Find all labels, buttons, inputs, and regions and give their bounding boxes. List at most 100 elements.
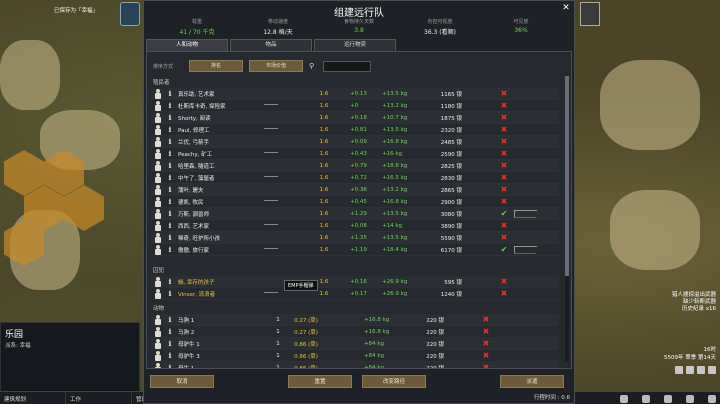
list-item[interactable]: i 嫣, 幸存的孩子 1.6 +0.16 +26.9 kg 595 银 ✖ — [151, 276, 559, 288]
cross-icon[interactable]: ✖ — [500, 137, 508, 146]
info-icon[interactable]: i — [166, 315, 174, 324]
list-item[interactable]: i Shorty, 阅读 1.6 +0.18 +10.7 kg 1875 银 ✖ — [151, 112, 559, 124]
cancel-button[interactable]: 取消 — [150, 375, 214, 388]
info-icon[interactable]: i — [166, 363, 174, 368]
list-item[interactable]: i 西西, 艺术家 1.6 +0.08 +14 kg 3890 银 ✖ — [151, 220, 559, 232]
info-icon[interactable]: i — [166, 339, 174, 348]
info-icon[interactable]: i — [166, 209, 174, 218]
cross-icon[interactable]: ✖ — [500, 185, 508, 194]
cross-icon[interactable]: ✖ — [500, 113, 508, 122]
info-icon[interactable]: i — [166, 197, 174, 206]
colonist-portrait-right[interactable] — [580, 2, 600, 26]
scrollbar-thumb[interactable] — [565, 76, 569, 276]
list-item[interactable]: i Peachy, 矿工 1.6 +0.43 +16 kg 2590 银 ✖ — [151, 148, 559, 160]
cross-icon[interactable]: ✖ — [500, 277, 508, 286]
tab-work[interactable]: 工作 — [66, 392, 132, 404]
alert-item[interactable]: 缺少斩断武器 — [672, 299, 716, 306]
info-icon[interactable]: i — [166, 161, 174, 170]
info-icon[interactable]: i — [166, 101, 174, 110]
list-item[interactable]: i 蒲叶, 屠夫 1.6 +0.36 +13.2 kg 2865 银 ✖ — [151, 184, 559, 196]
cross-icon[interactable]: ✖ — [500, 101, 508, 110]
faster-icon[interactable] — [708, 366, 716, 374]
info-icon[interactable]: i — [166, 277, 174, 286]
colonist-portrait[interactable] — [120, 2, 140, 26]
info-icon[interactable]: i — [166, 289, 174, 298]
tab-supplies[interactable]: 远行物资 — [314, 39, 396, 51]
cross-icon[interactable]: ✖ — [482, 339, 490, 348]
sort-button-2[interactable]: 市场价值 — [249, 60, 303, 72]
list-item[interactable]: i 兰优, 弓箭手 1.6 +0.09 +16.8 kg 2485 银 ✖ — [151, 136, 559, 148]
transfer-arrow[interactable] — [514, 209, 541, 218]
list-item[interactable]: i 母牛 1 1 0.86 (草) +84 kg 220 银 ✖ — [151, 362, 559, 368]
speed-controls[interactable] — [675, 366, 716, 374]
list-item[interactable]: i 中午了, 藻屋者 1.6 +0.72 +16.5 kg 2830 银 ✖ — [151, 172, 559, 184]
search-input[interactable] — [323, 60, 371, 72]
grid-icon[interactable] — [686, 395, 694, 403]
cross-icon[interactable]: ✖ — [500, 173, 508, 182]
list-item[interactable]: i 马驹 2 1 0.27 (草) +16.8 kg 220 银 ✖ — [151, 326, 559, 338]
pause-icon[interactable] — [675, 366, 683, 374]
globe-icon[interactable] — [642, 395, 650, 403]
change-route-button[interactable]: 改变路径 — [362, 375, 426, 388]
cross-icon[interactable]: ✖ — [500, 233, 508, 242]
stat-label: 负担可视度 — [427, 19, 453, 25]
cross-icon[interactable]: ✖ — [482, 351, 490, 360]
list-item[interactable]: i 真乐助, 艺术家 1.6 +0.13 +13.5 kg 1165 银 ✖ — [151, 88, 559, 100]
info-icon[interactable]: i — [166, 327, 174, 336]
list-item[interactable]: i 傲傲, 旅行家 1.6 +1.19 +18.4 kg 6170 银 ✔ — [151, 244, 559, 256]
list-item[interactable]: i 稀奇, 旺护所小孩 1.6 +1.35 +13.5 kg 5590 银 ✖ — [151, 232, 559, 244]
info-icon[interactable]: i — [166, 149, 174, 158]
info-icon[interactable]: i — [166, 351, 174, 360]
book-icon[interactable] — [708, 395, 716, 403]
tab-pawns[interactable]: 人和动物 — [146, 39, 228, 51]
send-button[interactable]: 派遣 — [500, 375, 564, 388]
cross-icon[interactable]: ✖ — [482, 315, 490, 324]
cross-icon[interactable]: ✖ — [500, 125, 508, 134]
lightbulb-icon[interactable] — [664, 395, 672, 403]
info-icon[interactable]: i — [166, 245, 174, 254]
stat-col-1: 1.6 — [319, 126, 329, 133]
checkmark-icon[interactable]: ✔ — [500, 209, 508, 218]
cross-icon[interactable]: ✖ — [482, 327, 490, 336]
cross-icon[interactable]: ✖ — [482, 363, 490, 368]
list-item[interactable]: i Paul, 修理工 1.6 +0.81 +13.5 kg 2320 银 ✖ — [151, 124, 559, 136]
transfer-arrow[interactable] — [514, 245, 541, 254]
play-icon[interactable] — [686, 366, 694, 374]
info-icon[interactable]: i — [166, 137, 174, 146]
stat-col-3: +10.7 kg — [382, 114, 408, 121]
list-item[interactable]: i 马驹 1 1 0.27 (草) +16.8 kg 220 银 ✖ — [151, 314, 559, 326]
close-icon[interactable]: ✕ — [561, 3, 571, 13]
info-icon[interactable]: i — [166, 233, 174, 242]
colonist-icon — [153, 196, 163, 207]
checkmark-icon[interactable]: ✔ — [500, 245, 508, 254]
list-item[interactable]: i Vinser, 流浪者 1.6 +0.17 +26.9 kg 1240 银 ✖ — [151, 288, 559, 300]
sort-button-1[interactable]: 排名 — [189, 60, 243, 72]
info-icon[interactable]: i — [166, 125, 174, 134]
list-item[interactable]: i 母驴牛 3 1 0.86 (草) +84 kg 220 银 ✖ — [151, 350, 559, 362]
reset-button[interactable]: 重置 — [288, 375, 352, 388]
cross-icon[interactable]: ✖ — [500, 149, 508, 158]
list-item[interactable]: i 哈里森, 隧道工 1.6 +0.79 +18.8 kg 2825 银 ✖ — [151, 160, 559, 172]
tab-architect[interactable]: 建筑规划 — [0, 392, 66, 404]
info-icon[interactable]: i — [166, 173, 174, 182]
cross-icon[interactable]: ✖ — [500, 289, 508, 298]
info-icon[interactable]: i — [166, 113, 174, 122]
search-icon[interactable] — [620, 395, 628, 403]
info-icon[interactable]: i — [166, 89, 174, 98]
list-item[interactable]: i 杜斯库卡奇, 探险家 1.6 +0 +13.2 kg 1180 银 ✖ — [151, 100, 559, 112]
cross-icon[interactable]: ✖ — [500, 89, 508, 98]
list-item[interactable]: i 德凯, 牧民 1.6 +0.45 +16.8 kg 2900 银 ✖ — [151, 196, 559, 208]
alert-item[interactable]: 猎人掳掠溢出武器 — [672, 292, 716, 299]
cross-icon[interactable]: ✖ — [500, 221, 508, 230]
info-icon[interactable]: i — [166, 221, 174, 230]
info-icon[interactable]: i — [166, 185, 174, 194]
list-item[interactable]: i 母驴牛 1 1 0.86 (草) +84 kg 220 银 ✖ — [151, 338, 559, 350]
alerts[interactable]: 猎人掳掠溢出武器 缺少斩断武器 历史纪录 x16 — [672, 292, 716, 313]
list-item[interactable]: i 万斯, 驯兽师 1.6 +1.29 +13.5 kg 3080 银 ✔ — [151, 208, 559, 220]
cross-icon[interactable]: ✖ — [500, 197, 508, 206]
tab-items[interactable]: 物品 — [230, 39, 312, 51]
scrollbar[interactable] — [565, 76, 569, 362]
fast-icon[interactable] — [697, 366, 705, 374]
cross-icon[interactable]: ✖ — [500, 161, 508, 170]
alert-item[interactable]: 历史纪录 x16 — [672, 306, 716, 313]
